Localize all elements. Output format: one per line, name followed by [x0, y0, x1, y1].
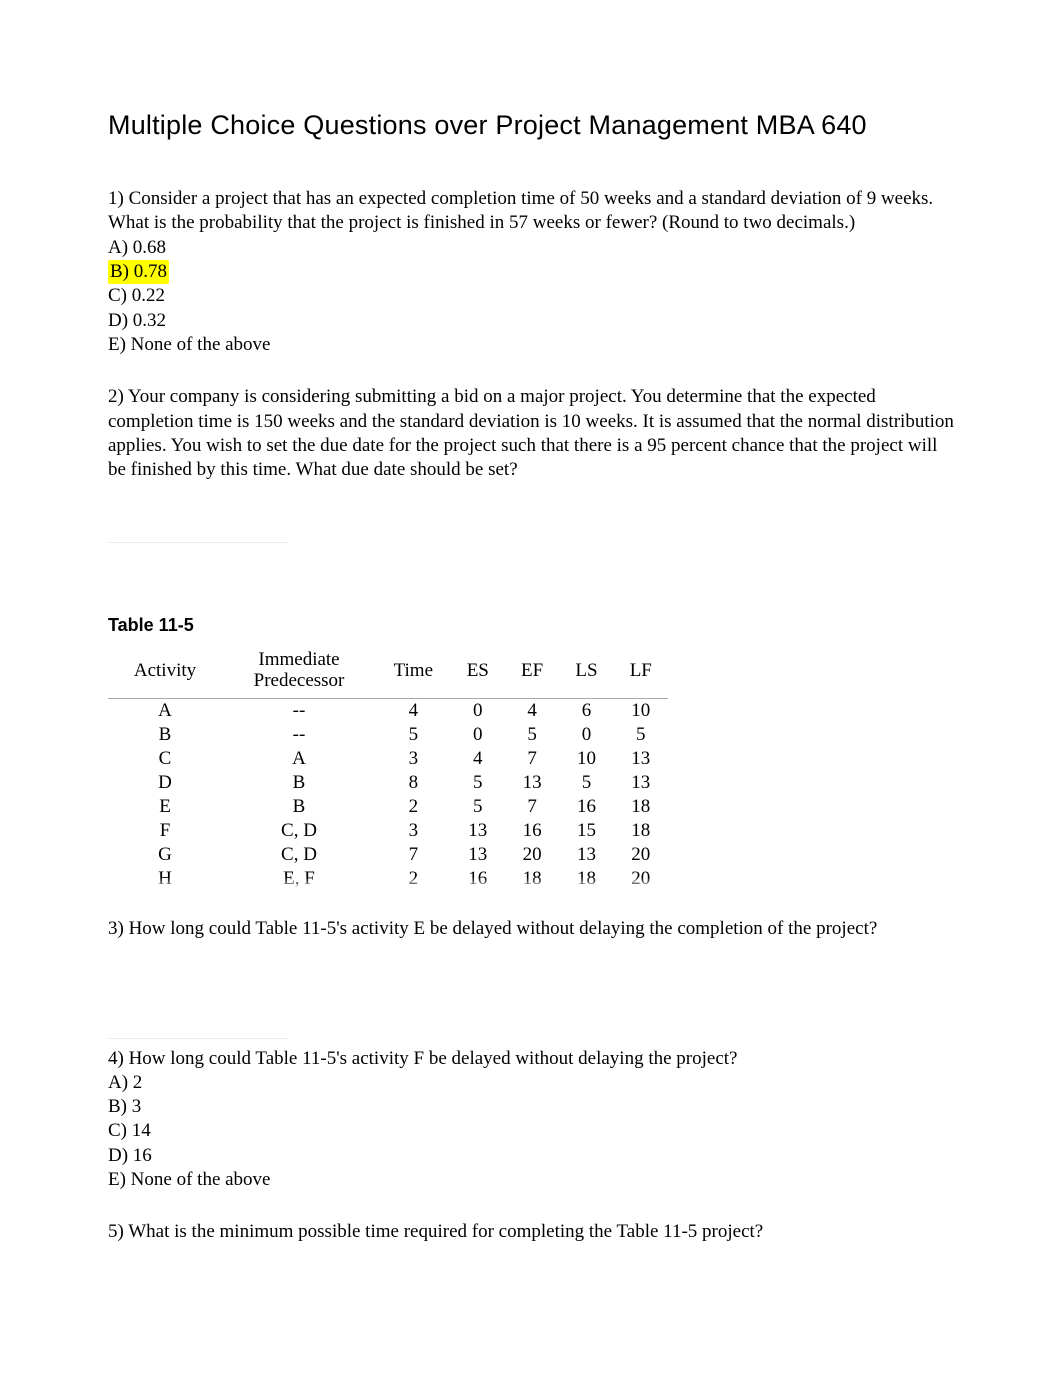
q2-prompt: 2) Your company is considering submittin…	[108, 385, 954, 482]
table-row: D B 8 5 13 5 13	[108, 771, 668, 795]
q1-prompt: 1) Consider a project that has an expect…	[108, 187, 954, 236]
table-row: G C, D 7 13 20 13 20	[108, 843, 668, 867]
question-5: 5) What is the minimum possible time req…	[108, 1220, 954, 1244]
col-activity: Activity	[108, 646, 222, 698]
q4-option-e: E) None of the above	[108, 1168, 954, 1192]
section-divider-2	[108, 1038, 288, 1039]
table-row: C A 3 4 7 10 13	[108, 747, 668, 771]
table-row: B -- 5 0 5 0 5	[108, 723, 668, 747]
col-ls: LS	[559, 646, 613, 698]
q1-option-e: E) None of the above	[108, 333, 954, 357]
col-predecessor: ImmediatePredecessor	[222, 646, 376, 698]
section-divider	[108, 542, 288, 543]
table-body: A -- 4 0 4 6 10 B -- 5 0 5 0 5 C A 3 4 7…	[108, 699, 668, 892]
col-es: ES	[451, 646, 505, 698]
table-row: H E, F 2 16 18 18 20	[108, 867, 668, 891]
q4-option-d: D) 16	[108, 1144, 954, 1168]
q1-option-a: A) 0.68	[108, 236, 954, 260]
q4-option-b: B) 3	[108, 1095, 954, 1119]
col-ef: EF	[505, 646, 559, 698]
q4-option-c: C) 14	[108, 1119, 954, 1143]
question-4: 4) How long could Table 11-5's activity …	[108, 1047, 954, 1193]
table-row: F C, D 3 13 16 15 18	[108, 819, 668, 843]
q4-prompt: 4) How long could Table 11-5's activity …	[108, 1047, 954, 1071]
q3-prompt: 3) How long could Table 11-5's activity …	[108, 917, 954, 941]
question-1: 1) Consider a project that has an expect…	[108, 187, 954, 357]
col-lf: LF	[614, 646, 668, 698]
q1-option-d: D) 0.32	[108, 309, 954, 333]
q1-option-c: C) 0.22	[108, 284, 954, 308]
q5-prompt: 5) What is the minimum possible time req…	[108, 1220, 954, 1244]
page-title: Multiple Choice Questions over Project M…	[108, 110, 954, 141]
table-11-5: Activity ImmediatePredecessor Time ES EF…	[108, 646, 668, 891]
question-3: 3) How long could Table 11-5's activity …	[108, 917, 954, 941]
q4-option-a: A) 2	[108, 1071, 954, 1095]
table-11-5-wrap: Activity ImmediatePredecessor Time ES EF…	[108, 646, 954, 891]
col-time: Time	[376, 646, 451, 698]
table-label: Table 11-5	[108, 615, 954, 636]
q1-option-b-highlighted: B) 0.78	[108, 260, 169, 284]
question-2: 2) Your company is considering submittin…	[108, 385, 954, 482]
table-header-row: Activity ImmediatePredecessor Time ES EF…	[108, 646, 668, 698]
table-row: A -- 4 0 4 6 10	[108, 699, 668, 724]
table-row: E B 2 5 7 16 18	[108, 795, 668, 819]
